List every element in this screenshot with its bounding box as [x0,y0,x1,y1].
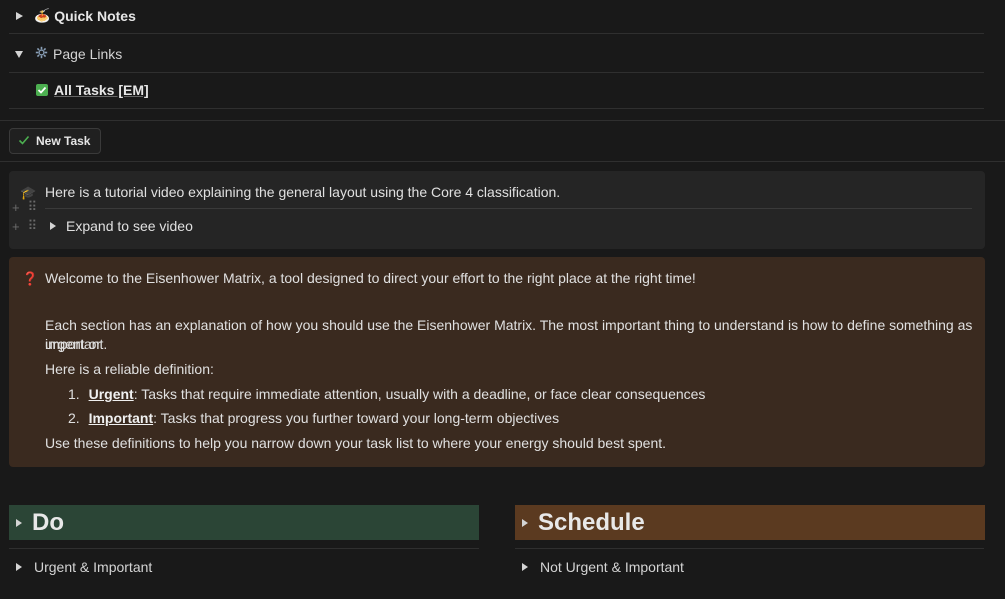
divider [9,108,984,109]
page-links-toggle[interactable]: Page Links [9,44,984,64]
toggle-closed-icon[interactable] [16,518,22,527]
all-tasks-label[interactable]: All Tasks [EM] [54,82,149,98]
toggle-closed-icon[interactable] [50,222,56,230]
toggle-closed-icon[interactable] [522,518,528,527]
definition-lead: Here is a reliable definition: [45,361,214,377]
drag-handle-icon[interactable]: ⠿ [28,199,38,215]
tutorial-text: Here is a tutorial video explaining the … [45,184,561,200]
urgent-important-toggle[interactable]: Urgent & Important [16,559,152,575]
toggle-closed-icon[interactable] [16,563,22,571]
new-task-label: New Task [36,134,91,148]
divider [45,208,972,209]
gear-icon [35,46,48,62]
schedule-heading[interactable]: Schedule [515,505,985,540]
divider [9,33,984,34]
add-block-icon[interactable]: + [12,200,20,215]
not-urgent-important-toggle[interactable]: Not Urgent & Important [522,559,684,575]
closing-text: Use these definitions to help you narrow… [45,435,667,451]
list-number: 1. [68,386,80,402]
divider [0,161,1005,162]
divider [515,548,984,549]
add-block-icon[interactable]: + [12,219,20,234]
divider [9,548,479,549]
intro-text: Welcome to the Eisenhower Matrix, a tool… [45,270,696,286]
quick-notes-icon: 🍝 [34,8,51,23]
block-handles[interactable]: + ⠿ [12,199,37,215]
page-links-label[interactable]: Page Links [53,46,122,62]
do-title: Do [32,508,64,536]
urgent-term: Urgent [88,386,134,402]
paragraph-line: important. [45,336,108,352]
all-tasks-link[interactable]: All Tasks [EM] [9,80,984,100]
block-handles[interactable]: + ⠿ [12,218,37,234]
schedule-title: Schedule [538,508,645,536]
toggle-open-icon[interactable] [15,50,23,58]
do-heading[interactable]: Do [9,505,479,540]
quick-notes-toggle[interactable]: 🍝 Quick Notes [9,6,984,26]
quick-notes-label[interactable]: Quick Notes [54,8,136,24]
paragraph-line: Each section has an explanation of how y… [45,317,973,352]
drag-handle-icon[interactable]: ⠿ [28,218,38,234]
important-term: Important [88,410,154,426]
not-urgent-important-label: Not Urgent & Important [540,559,684,575]
expand-video-toggle[interactable]: Expand to see video [50,218,193,234]
toggle-closed-icon[interactable] [16,12,23,20]
urgent-important-label: Urgent & Important [34,559,153,575]
divider [9,72,984,73]
checkbox-checked-icon [36,84,48,96]
new-task-button[interactable]: New Task [9,128,102,154]
list-number: 2. [68,410,80,426]
list-item: 2. Important: Tasks that progress you fu… [68,409,559,428]
question-mark-icon: ❓ [22,271,39,286]
expand-video-label: Expand to see video [66,218,193,234]
toggle-closed-icon[interactable] [522,563,528,571]
urgent-description: : Tasks that require immediate attention… [133,386,706,402]
list-item: 1. Urgent: Tasks that require immediate … [68,385,705,404]
important-description: : Tasks that progress you further toward… [153,410,560,426]
checkmark-icon [18,134,30,149]
divider [0,120,1005,121]
